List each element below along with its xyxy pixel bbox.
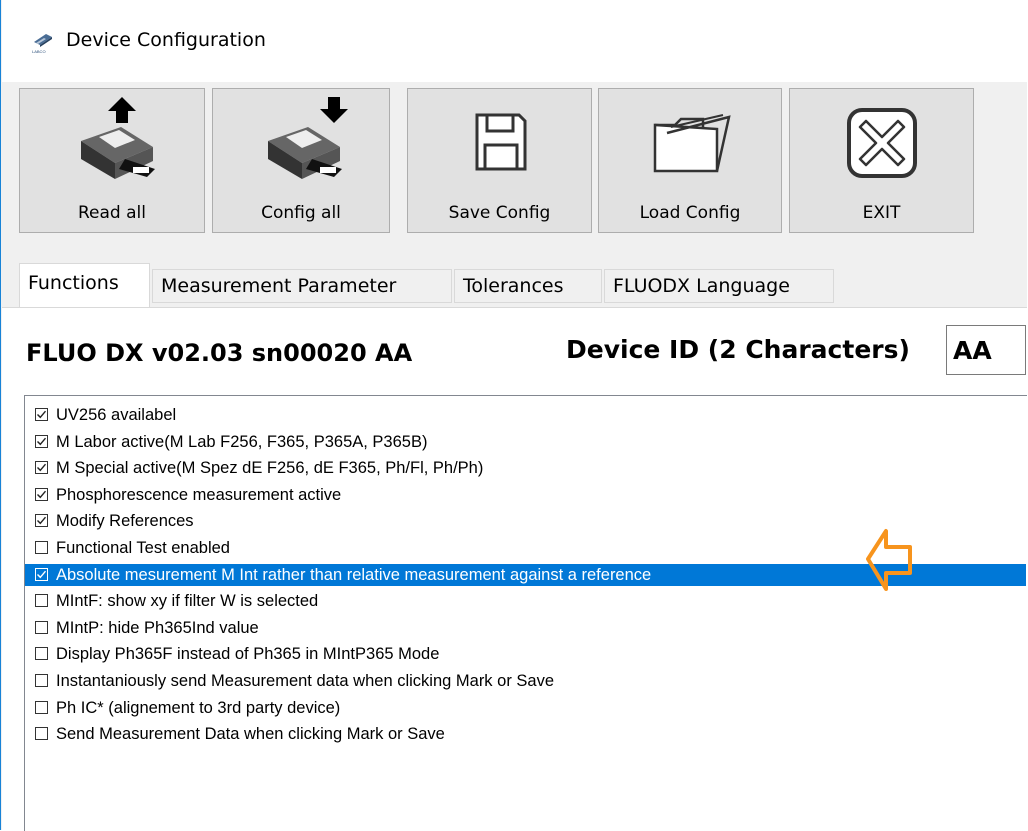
option-label: MIntP: hide Ph365Ind value bbox=[56, 618, 259, 637]
option-item[interactable]: M Labor active(M Lab F256, F365, P365A, … bbox=[25, 431, 1026, 453]
option-item[interactable]: UV256 availabel bbox=[25, 404, 1026, 426]
option-item[interactable]: Phosphorescence measurement active bbox=[25, 484, 1026, 506]
title-bar: LABCO Device Configuration bbox=[2, 0, 1027, 82]
floppy-disk-icon bbox=[475, 113, 527, 171]
option-label: Display Ph365F instead of Ph365 in MIntP… bbox=[56, 645, 440, 664]
svg-text:LABCO: LABCO bbox=[32, 49, 46, 54]
option-label: Instantaniously send Measurement data wh… bbox=[56, 672, 555, 690]
option-label: M Labor active(M Lab F256, F365, P365A, … bbox=[56, 432, 428, 451]
option-item[interactable]: Send Measurement Data when clicking Mark… bbox=[25, 723, 1026, 745]
exit-label: EXIT bbox=[862, 203, 901, 223]
close-icon bbox=[847, 108, 917, 178]
folder-icon bbox=[653, 114, 731, 173]
option-checkbox[interactable] bbox=[35, 541, 48, 554]
option-label: M Special active(M Spez dE F256, dE F365… bbox=[56, 459, 484, 478]
window-title: Device Configuration bbox=[66, 29, 266, 51]
option-checkbox[interactable] bbox=[35, 514, 48, 528]
config-all-button[interactable]: Config all bbox=[212, 88, 390, 233]
device-download-icon bbox=[268, 97, 348, 179]
option-checkbox[interactable] bbox=[35, 408, 48, 421]
tab-functions[interactable]: Functions bbox=[19, 263, 150, 307]
option-checkbox[interactable] bbox=[35, 647, 48, 661]
option-label: Functional Test enabled bbox=[56, 539, 230, 557]
option-checkbox[interactable] bbox=[35, 487, 48, 501]
toolbar: Read all Config all Save Config Load Con… bbox=[2, 82, 1027, 255]
option-label: Send Measurement Data when clicking Mark… bbox=[56, 725, 445, 744]
read-all-button[interactable]: Read all bbox=[19, 88, 205, 233]
option-item[interactable]: Ph IC* (alignement to 3rd party device) bbox=[25, 697, 1026, 719]
option-item[interactable]: Instantaniously send Measurement data wh… bbox=[25, 670, 1026, 692]
option-item[interactable]: M Special active(M Spez dE F256, dE F365… bbox=[25, 457, 1026, 479]
device-info: FLUO DX v02.03 sn00020 AA bbox=[26, 339, 413, 367]
option-label: Absolute mesurement M Int rather than re… bbox=[56, 563, 655, 586]
exit-button[interactable]: EXIT bbox=[789, 88, 974, 233]
config-all-label: Config all bbox=[261, 203, 341, 223]
option-checkbox[interactable] bbox=[35, 727, 48, 741]
orange-arrow-icon bbox=[866, 529, 912, 591]
device-configuration-window: LABCO Device Configuration Read all Conf… bbox=[0, 0, 1027, 831]
option-label: Phosphorescence measurement active bbox=[56, 485, 342, 504]
option-checkbox[interactable] bbox=[35, 674, 48, 687]
load-config-label: Load Config bbox=[639, 203, 741, 223]
app-icon: LABCO bbox=[32, 34, 54, 54]
device-upload-icon bbox=[81, 97, 155, 179]
option-checkbox[interactable] bbox=[35, 567, 48, 581]
function-options-list[interactable]: UV256 availabel M Labor active(M Lab F256… bbox=[24, 395, 1027, 831]
tab-strip: Functions Measurement Parameter Toleranc… bbox=[2, 254, 1027, 312]
device-id-input[interactable] bbox=[946, 325, 1026, 375]
option-label: Modify References bbox=[56, 512, 194, 531]
option-checkbox[interactable] bbox=[35, 594, 48, 608]
option-checkbox[interactable] bbox=[35, 620, 48, 634]
save-config-label: Save Config bbox=[448, 203, 551, 223]
device-id-label: Device ID (2 Characters) bbox=[566, 335, 910, 364]
option-item[interactable]: Display Ph365F instead of Ph365 in MIntP… bbox=[25, 643, 1026, 665]
option-item[interactable]: MIntP: hide Ph365Ind value bbox=[25, 617, 1026, 639]
tab-fluodx-language[interactable]: FLUODX Language bbox=[604, 269, 834, 303]
option-checkbox[interactable] bbox=[35, 434, 48, 448]
option-checkbox[interactable] bbox=[35, 461, 48, 475]
option-checkbox[interactable] bbox=[35, 700, 48, 714]
read-all-label: Read all bbox=[78, 203, 146, 223]
option-label: MIntF: show xy if filter W is selected bbox=[56, 592, 319, 611]
tab-measurement-parameter[interactable]: Measurement Parameter bbox=[152, 269, 452, 303]
tab-tolerances[interactable]: Tolerances bbox=[454, 269, 602, 303]
load-config-button[interactable]: Load Config bbox=[598, 88, 782, 233]
save-config-button[interactable]: Save Config bbox=[407, 88, 592, 233]
option-label: Ph IC* (alignement to 3rd party device) bbox=[56, 698, 341, 717]
option-label: UV256 availabel bbox=[56, 406, 177, 424]
